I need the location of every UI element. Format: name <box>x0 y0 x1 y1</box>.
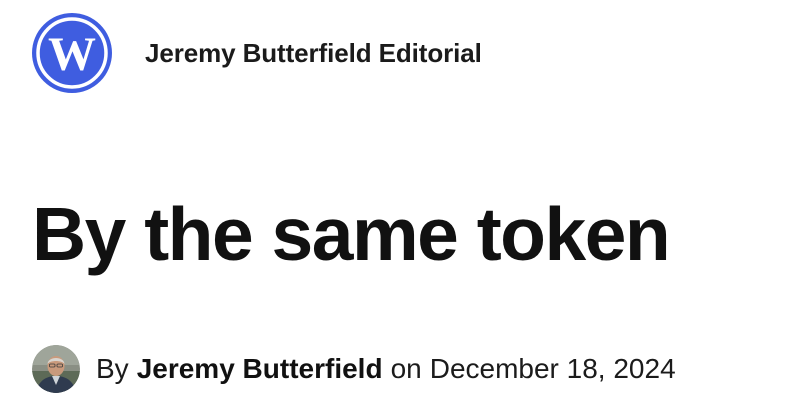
post-date[interactable]: December 18, 2024 <box>430 353 676 385</box>
byline-on-word: on <box>390 353 422 384</box>
wordpress-logo-icon[interactable]: W <box>32 13 112 93</box>
svg-text:W: W <box>48 28 96 81</box>
site-title[interactable]: Jeremy Butterfield Editorial <box>145 38 482 69</box>
byline-prefix: By <box>96 353 129 384</box>
post-title: By the same token <box>32 192 671 276</box>
site-header: W Jeremy Butterfield Editorial <box>32 13 482 93</box>
author-name-link[interactable]: Jeremy Butterfield <box>137 353 383 385</box>
post-byline: By Jeremy Butterfield on December 18, 20… <box>32 345 676 393</box>
author-avatar[interactable] <box>32 345 80 393</box>
